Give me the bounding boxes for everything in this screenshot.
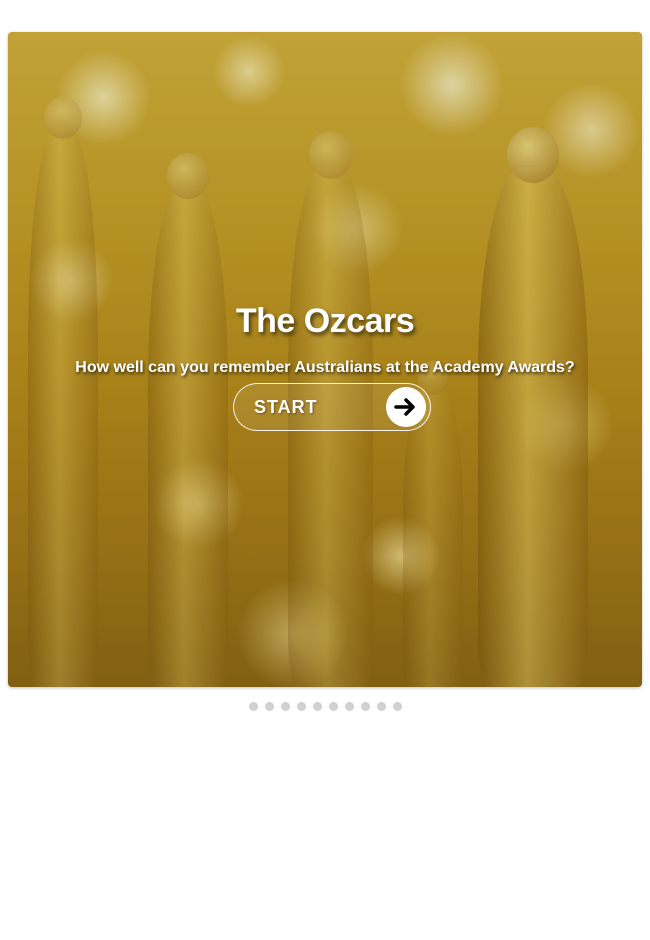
arrow-right-icon xyxy=(386,387,426,427)
pagination-dot[interactable] xyxy=(296,702,306,711)
pagination-dot[interactable] xyxy=(328,702,338,711)
pagination-dot[interactable] xyxy=(312,702,322,711)
pagination-dot[interactable] xyxy=(344,702,354,711)
pagination-dot[interactable] xyxy=(376,702,386,711)
start-button-label: START xyxy=(254,397,318,417)
pagination-dot[interactable] xyxy=(392,702,402,711)
pagination-dot[interactable] xyxy=(360,702,370,711)
quiz-title: The Ozcars xyxy=(235,302,415,340)
hero-content: The Ozcars How well can you remember Aus… xyxy=(8,302,642,377)
pagination-dot[interactable] xyxy=(248,702,258,711)
pagination-dots xyxy=(0,702,650,711)
quiz-intro-card: The Ozcars How well can you remember Aus… xyxy=(8,32,642,687)
pagination-dot[interactable] xyxy=(264,702,274,711)
pagination-dot[interactable] xyxy=(280,702,290,711)
start-button[interactable]: START xyxy=(233,383,431,431)
quiz-subtitle: How well can you remember Australians at… xyxy=(75,359,575,376)
page: The Ozcars How well can you remember Aus… xyxy=(0,0,650,940)
